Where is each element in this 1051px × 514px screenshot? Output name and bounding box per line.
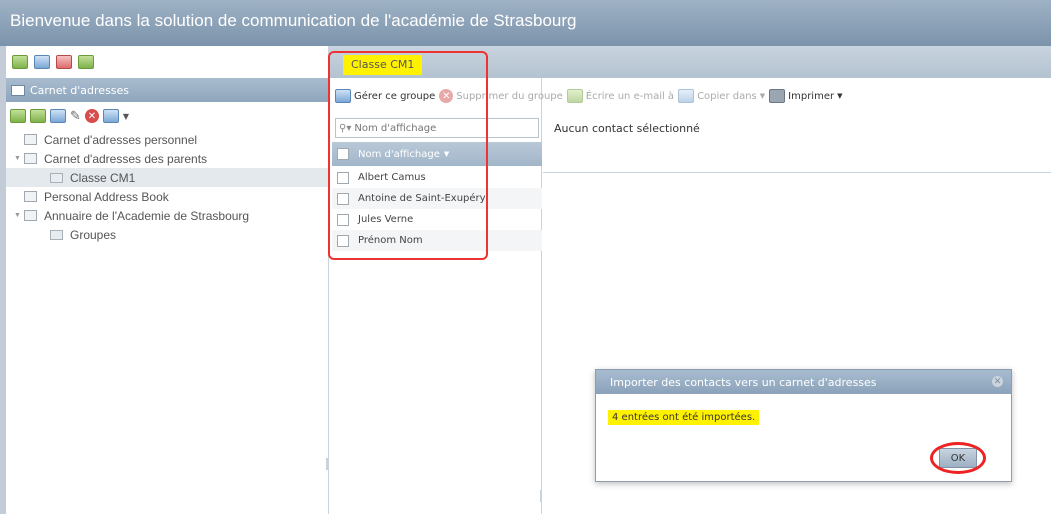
- details-separator: [543, 172, 1051, 173]
- addressbook-toolbar: ✎ ✕ ▼: [6, 102, 328, 130]
- panel-title: Carnet d'adresses: [30, 83, 130, 97]
- splitter-grip-mid[interactable]: [540, 490, 542, 502]
- import-dialog: Importer des contacts vers un carnet d'a…: [595, 369, 1012, 482]
- addressbook-icon: [11, 84, 25, 96]
- contact-name: Prénom Nom: [358, 235, 423, 246]
- contact-name: Albert Camus: [358, 172, 426, 183]
- copy-to-button[interactable]: Copier dans ▼: [678, 89, 765, 103]
- contacts-list: Albert Camus Antoine de Saint-Exupéry Jule…: [332, 167, 542, 251]
- export-icon[interactable]: [34, 55, 50, 69]
- tree-item-label: Classe CM1: [70, 170, 136, 185]
- contact-row[interactable]: Albert Camus: [332, 167, 542, 188]
- dialog-title: Importer des contacts vers un carnet d'a…: [610, 376, 877, 389]
- contact-row[interactable]: Antoine de Saint-Exupéry: [332, 188, 542, 209]
- manage-group-button[interactable]: Gérer ce groupe: [335, 89, 435, 103]
- print-button[interactable]: Imprimer ▼: [769, 89, 842, 103]
- chevron-down-icon[interactable]: ▼: [123, 112, 129, 121]
- expand-toggle-icon[interactable]: ▼: [14, 155, 24, 162]
- remove-from-group-button[interactable]: ✕ Supprimer du groupe: [439, 89, 563, 103]
- group-icon: [50, 172, 63, 183]
- tab-classe-cm1[interactable]: Classe CM1: [343, 55, 423, 75]
- tree-item[interactable]: Personal Address Book: [6, 187, 328, 206]
- tree-item[interactable]: Groupes: [6, 225, 328, 244]
- copy-icon: [678, 89, 695, 103]
- tree-item-label: Carnet d'adresses des parents: [44, 151, 208, 166]
- contact-search[interactable]: ⚲▾: [335, 118, 539, 138]
- tree-item[interactable]: Carnet d'adresses personnel: [6, 130, 328, 149]
- tree-item[interactable]: ▼ Annuaire de l'Academie de Strasbourg: [6, 206, 328, 225]
- copy-to-label: Copier dans: [697, 90, 757, 102]
- add-addressbook-icon[interactable]: [10, 109, 26, 123]
- contacts-column-header[interactable]: Nom d'affichage ▼: [332, 142, 542, 166]
- tree-item[interactable]: ▼ Carnet d'adresses des parents: [6, 149, 328, 168]
- main-toolbar: [6, 46, 328, 78]
- no-contact-text: Aucun contact sélectionné: [554, 122, 700, 135]
- sort-chevron-icon: ▼: [443, 150, 450, 158]
- app-title-bar: Bienvenue dans la solution de communicat…: [0, 0, 1051, 46]
- print-label: Imprimer: [788, 90, 835, 102]
- dialog-title-bar: Importer des contacts vers un carnet d'a…: [596, 370, 1011, 394]
- email-to-label: Écrire un e-mail à: [585, 90, 675, 102]
- contact-checkbox[interactable]: [337, 171, 349, 184]
- contact-checkbox[interactable]: [337, 213, 349, 226]
- contact-row[interactable]: Prénom Nom: [332, 230, 542, 251]
- add-contact-icon[interactable]: [50, 109, 66, 123]
- mail-merge-icon[interactable]: [56, 55, 72, 69]
- ok-button[interactable]: OK: [939, 448, 977, 468]
- addressbook-icon: [24, 153, 37, 164]
- tab-bar: Classe CM1: [329, 46, 1051, 78]
- search-icon[interactable]: ⚲▾: [339, 123, 351, 134]
- dialog-message: 4 entrées ont été importées.: [608, 410, 760, 425]
- expand-toggle-icon[interactable]: ▼: [14, 212, 24, 219]
- more-options-icon[interactable]: [102, 109, 119, 123]
- addressbook-icon: [24, 134, 37, 145]
- email-to-button[interactable]: Écrire un e-mail à: [566, 89, 675, 103]
- tree-item-label: Carnet d'adresses personnel: [44, 132, 198, 147]
- search-input[interactable]: [354, 122, 515, 134]
- addressbook-icon: [24, 191, 37, 202]
- contact-name: Antoine de Saint-Exupéry: [358, 193, 486, 204]
- addressbook-panel-header: Carnet d'adresses: [6, 78, 328, 102]
- column-title: Nom d'affichage: [358, 148, 440, 160]
- contact-name: Jules Verne: [358, 214, 414, 225]
- manage-group-label: Gérer ce groupe: [354, 90, 436, 102]
- contact-row[interactable]: Jules Verne: [332, 209, 542, 230]
- contacts-panel: [332, 46, 542, 514]
- contact-checkbox[interactable]: [337, 192, 349, 205]
- tree-item-label: Annuaire de l'Academie de Strasbourg: [44, 208, 250, 223]
- manage-group-icon: [335, 89, 351, 103]
- addressbook-tree: Carnet d'adresses personnel ▼ Carnet d'adr…: [6, 130, 328, 244]
- splitter-grip[interactable]: [326, 458, 328, 470]
- addressbook-icon: [24, 210, 37, 221]
- group-actions-toolbar: Gérer ce groupe ✕ Supprimer du groupe Éc…: [329, 78, 1051, 114]
- group-icon: [50, 229, 63, 240]
- select-all-checkbox[interactable]: [337, 148, 349, 160]
- import-icon[interactable]: [12, 55, 28, 69]
- tree-item-label: Groupes: [70, 227, 117, 242]
- delete-icon[interactable]: ✕: [84, 109, 99, 123]
- chevron-down-icon: ▼: [837, 92, 843, 100]
- contact-checkbox[interactable]: [337, 234, 349, 247]
- tree-item[interactable]: Classe CM1: [6, 168, 328, 187]
- email-icon: [566, 89, 583, 103]
- add-group-icon[interactable]: [30, 109, 46, 123]
- remove-from-group-label: Supprimer du groupe: [456, 90, 563, 102]
- app-title: Bienvenue dans la solution de communicat…: [10, 11, 577, 30]
- edit-pencil-icon[interactable]: ✎: [70, 109, 81, 124]
- tree-item-label: Personal Address Book: [44, 189, 169, 204]
- addressbook-add-icon[interactable]: [78, 55, 94, 69]
- remove-icon: ✕: [439, 89, 454, 103]
- printer-icon: [769, 89, 786, 103]
- close-icon[interactable]: ✕: [992, 376, 1003, 387]
- chevron-down-icon: ▼: [759, 92, 766, 100]
- left-panel: Carnet d'adresses ✎ ✕ ▼ Carnet d'adresse…: [6, 46, 329, 514]
